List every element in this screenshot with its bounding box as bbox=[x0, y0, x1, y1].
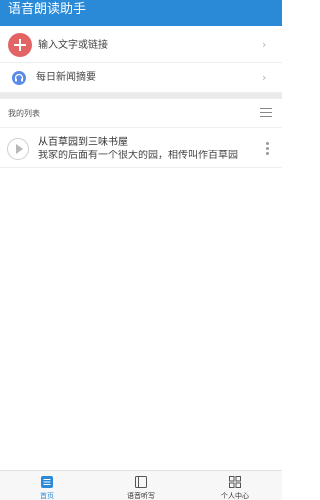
list-item-preview: 我家的后面有一个很大的园，相传叫作百草园 bbox=[38, 150, 238, 161]
tab-voice-dictation-label: 语音听写 bbox=[127, 492, 155, 500]
more-options-icon[interactable] bbox=[266, 142, 269, 156]
list-item-title: 从百草园到三味书屋 bbox=[38, 137, 128, 148]
plus-icon[interactable] bbox=[8, 33, 32, 57]
bottom-tab-bar: 首页 语音听写 个人中心 bbox=[0, 470, 282, 500]
tab-voice-dictation[interactable]: 语音听写 bbox=[94, 471, 188, 500]
notebook-icon bbox=[135, 476, 147, 488]
tab-personal-center-label: 个人中心 bbox=[221, 492, 249, 500]
headphones-icon bbox=[12, 71, 26, 85]
home-icon bbox=[41, 476, 53, 488]
list-item[interactable]: 从百草园到三味书屋 我家的后面有一个很大的园，相传叫作百草园 bbox=[0, 130, 282, 168]
grid-icon bbox=[229, 476, 241, 488]
tab-personal-center[interactable]: 个人中心 bbox=[188, 471, 282, 500]
tab-home-label: 首页 bbox=[40, 492, 54, 500]
daily-news-summary-row[interactable]: 每日新闻摘要 › bbox=[0, 63, 282, 93]
daily-news-summary-label: 每日新闻摘要 bbox=[36, 72, 96, 83]
input-text-or-link-row[interactable]: 输入文字或链接 › bbox=[0, 28, 282, 63]
input-text-or-link-label: 输入文字或链接 bbox=[38, 40, 108, 51]
play-icon[interactable] bbox=[7, 138, 29, 160]
app-title: 语音朗读助手 bbox=[8, 2, 87, 17]
list-menu-icon[interactable] bbox=[260, 108, 272, 118]
my-list-header: 我的列表 bbox=[0, 99, 282, 128]
chevron-right-icon: › bbox=[262, 71, 267, 84]
tab-home[interactable]: 首页 bbox=[0, 471, 94, 500]
chevron-right-icon: › bbox=[262, 38, 267, 51]
app-header: 语音朗读助手 bbox=[0, 0, 282, 26]
my-list-title: 我的列表 bbox=[8, 109, 40, 118]
